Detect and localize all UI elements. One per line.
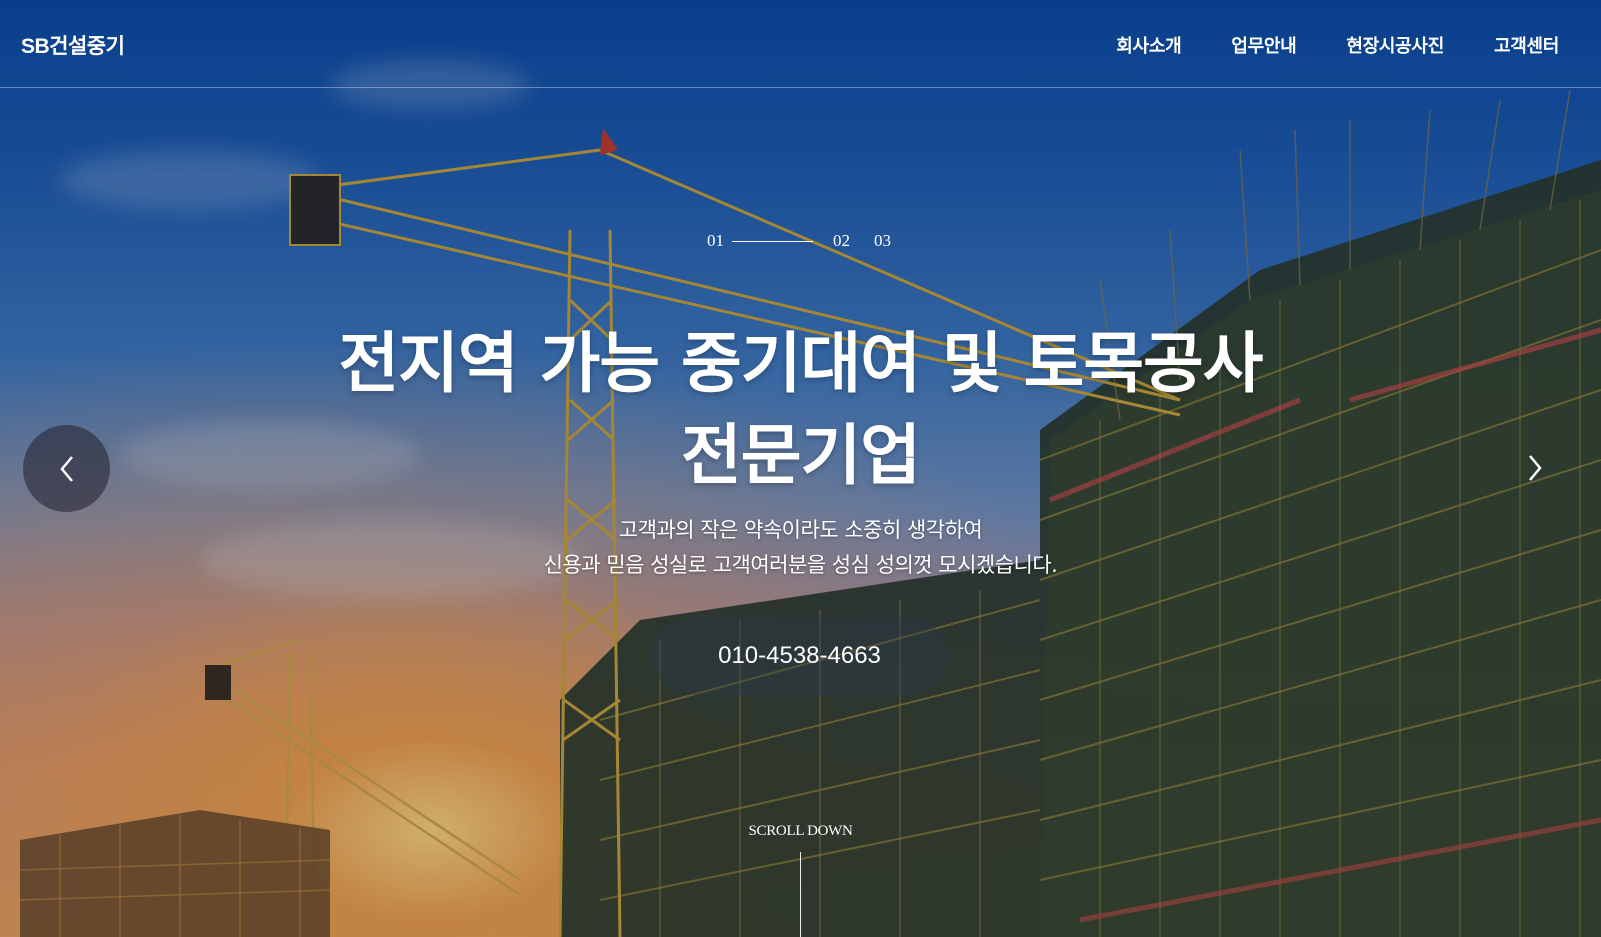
hero-subtitle: 고객과의 작은 약속이라도 소중히 생각하여 신용과 믿음 성실로 고객여러분을… <box>0 513 1601 583</box>
scroll-down-line <box>800 852 801 937</box>
hero-title-line2: 전문기업 <box>681 417 921 494</box>
pager-item-02[interactable]: 02 <box>833 231 850 251</box>
hero-subtitle-line1: 고객과의 작은 약속이라도 소중히 생각하여 <box>618 518 983 542</box>
site-header: SB건설중기 회사소개 업무안내 현장시공사진 고객센터 <box>0 0 1601 88</box>
slider-pager: 01 02 03 <box>707 231 915 251</box>
pager-item-01[interactable]: 01 <box>707 231 724 251</box>
pager-item-03[interactable]: 03 <box>874 231 891 251</box>
nav-item-customer-center[interactable]: 고객센터 <box>1494 32 1559 58</box>
chevron-left-icon <box>59 455 73 482</box>
nav-item-company[interactable]: 회사소개 <box>1116 32 1181 58</box>
nav-item-services[interactable]: 업무안내 <box>1231 32 1296 58</box>
slider-prev-button[interactable] <box>23 425 110 512</box>
main-nav: 회사소개 업무안내 현장시공사진 고객센터 <box>1116 32 1559 58</box>
hero-title: 전지역 가능 중기대여 및 토목공사 전문기업 <box>0 318 1601 502</box>
chevron-right-icon <box>1529 455 1542 481</box>
hero-subtitle-line2: 신용과 믿음 성실로 고객여러분을 성심 성의껏 모시겠습니다. <box>543 553 1058 577</box>
hero-title-line1: 전지역 가능 중기대여 및 토목공사 <box>338 325 1264 402</box>
scroll-down-label[interactable]: SCROLL DOWN <box>0 823 1601 840</box>
slider-next-button[interactable] <box>1510 443 1560 493</box>
pager-progress-line <box>732 240 813 242</box>
site-logo[interactable]: SB건설중기 <box>21 30 125 60</box>
phone-button[interactable]: 010-4538-4663 <box>652 617 947 695</box>
nav-item-site-photos[interactable]: 현장시공사진 <box>1346 32 1444 58</box>
